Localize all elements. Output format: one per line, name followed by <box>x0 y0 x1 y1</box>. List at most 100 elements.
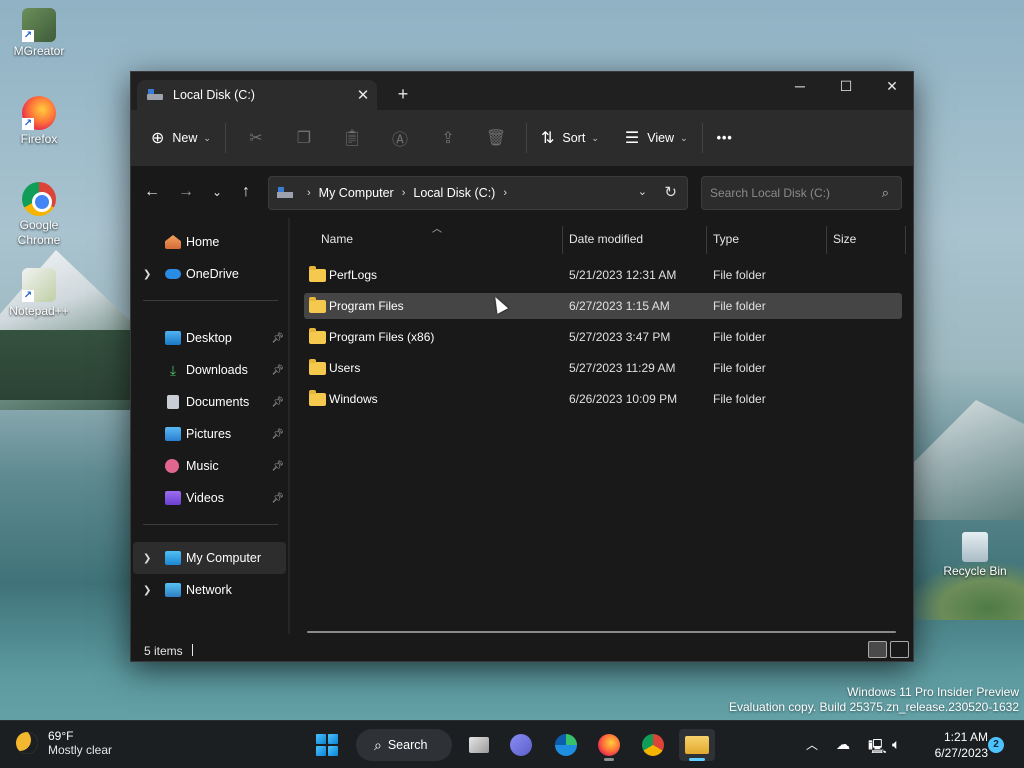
table-row[interactable]: PerfLogs 5/21/2023 12:31 AM File folder <box>304 262 902 288</box>
table-row[interactable]: Program Files (x86) 5/27/2023 3:47 PM File… <box>304 324 902 350</box>
breadcrumb-my-computer[interactable]: My Computer <box>319 186 394 200</box>
sidebar-item-downloads[interactable]: ⤓ Downloads 📌︎ <box>133 354 286 386</box>
show-hidden-icons-chevron-icon[interactable]: ︿ <box>806 736 818 753</box>
desktop-icon-firefox[interactable]: ↗ Firefox <box>1 96 77 147</box>
notification-badge[interactable]: 2 <box>988 737 1004 753</box>
teams-chat-button[interactable] <box>503 729 539 761</box>
status-bar: 5 items <box>131 634 913 661</box>
status-divider <box>192 644 193 656</box>
pin-icon[interactable]: 📌︎ <box>271 397 284 408</box>
column-divider[interactable] <box>905 226 906 254</box>
expand-chevron-icon[interactable]: ❯ <box>143 585 151 596</box>
address-dropdown-icon[interactable]: ⌄ <box>638 185 647 198</box>
paste-icon[interactable]: 📋︎ <box>328 128 376 148</box>
view-button-label: View <box>647 131 675 145</box>
desktop-icon-mcreator[interactable]: ↗ MGreator <box>1 8 77 59</box>
search-box[interactable]: ⌕ <box>701 176 902 210</box>
back-arrow-icon[interactable]: ← <box>141 183 163 201</box>
volume-icon[interactable]: 🔈︎ <box>892 736 900 753</box>
large-icons-view-button[interactable] <box>890 641 909 658</box>
minimize-button[interactable]: ─ <box>777 72 823 102</box>
title-bar[interactable]: Local Disk (C:) ✕ + ─ ☐ ✕ <box>131 72 913 110</box>
expand-chevron-icon[interactable]: ❯ <box>143 553 151 564</box>
share-icon[interactable]: ⇪ <box>424 128 472 148</box>
column-header-type[interactable]: Type <box>713 232 739 254</box>
delete-icon[interactable]: 🗑︎ <box>472 128 520 148</box>
network-status-icon[interactable]: 🖳︎ <box>868 736 887 760</box>
sort-button[interactable]: ⇅ Sort ⌄ <box>533 122 607 154</box>
folder-icon <box>309 327 326 344</box>
desktop-icon-notepad-plus-plus[interactable]: ↗ Notepad++ <box>1 268 77 319</box>
up-arrow-icon[interactable]: ↑ <box>235 183 257 201</box>
onedrive-status-icon[interactable]: ☁ <box>836 736 850 753</box>
view-list-icon: ☰ <box>624 130 640 147</box>
edge-button[interactable] <box>548 729 584 761</box>
close-window-button[interactable]: ✕ <box>869 72 913 102</box>
pin-icon[interactable]: 📌︎ <box>271 461 284 472</box>
task-view-button[interactable] <box>461 729 497 761</box>
column-divider[interactable] <box>562 226 563 254</box>
file-explorer-taskbar-button[interactable] <box>679 729 715 761</box>
sidebar-item-network[interactable]: ❯ Network <box>133 574 286 606</box>
address-bar[interactable]: › My Computer › Local Disk (C:) › ⌄ ↻ <box>268 176 688 210</box>
sidebar-item-home[interactable]: Home <box>133 226 286 258</box>
column-header-size[interactable]: Size <box>833 232 856 254</box>
expand-chevron-icon[interactable]: ❯ <box>143 269 151 280</box>
taskbar-search-button[interactable]: ⌕ Search <box>356 729 452 761</box>
horizontal-scrollbar[interactable] <box>307 631 896 633</box>
new-button[interactable]: ⊕ New ⌄ <box>143 122 219 154</box>
search-input[interactable] <box>710 186 870 200</box>
toolbar-divider <box>224 123 226 153</box>
column-header-name[interactable]: Name <box>321 232 353 254</box>
pin-icon[interactable]: 📌︎ <box>271 493 284 504</box>
view-button[interactable]: ☰ View ⌄ <box>617 122 696 154</box>
details-view-button[interactable] <box>868 641 887 658</box>
sidebar-item-onedrive[interactable]: ❯ OneDrive <box>133 258 286 290</box>
new-tab-button[interactable]: + <box>393 84 413 105</box>
chrome-icon <box>642 734 664 756</box>
refresh-icon[interactable]: ↻ <box>664 183 677 201</box>
breadcrumb-separator-icon[interactable]: › <box>307 187 311 199</box>
clock[interactable]: 1:21 AM 6/27/2023 <box>935 729 988 761</box>
file-type: File folder <box>713 299 766 313</box>
rename-icon[interactable]: Ⓐ <box>376 126 424 150</box>
weather-moon-icon <box>16 732 38 754</box>
start-button[interactable] <box>309 729 345 761</box>
table-row[interactable]: Windows 6/26/2023 10:09 PM File folder <box>304 386 902 412</box>
sidebar-item-documents[interactable]: Documents 📌︎ <box>133 386 286 418</box>
active-indicator <box>689 758 705 761</box>
column-divider[interactable] <box>826 226 827 254</box>
table-row[interactable]: Users 5/27/2023 11:29 AM File folder <box>304 355 902 381</box>
file-name: PerfLogs <box>329 268 378 282</box>
copy-icon[interactable]: ❐ <box>280 128 328 148</box>
tab-local-disk[interactable]: Local Disk (C:) ✕ <box>137 80 377 110</box>
forward-arrow-icon[interactable]: → <box>175 183 197 201</box>
column-divider[interactable] <box>706 226 707 254</box>
close-tab-icon[interactable]: ✕ <box>349 86 377 104</box>
firefox-taskbar-button[interactable] <box>591 729 627 761</box>
chrome-taskbar-button[interactable] <box>635 729 671 761</box>
column-header-date-modified[interactable]: Date modified <box>569 232 643 254</box>
table-row[interactable]: Program Files 6/27/2023 1:15 AM File folde… <box>304 293 902 319</box>
more-options-button[interactable]: ••• <box>709 122 741 154</box>
breadcrumb-separator-icon[interactable]: › <box>503 187 507 199</box>
breadcrumb-local-disk[interactable]: Local Disk (C:) <box>413 186 495 200</box>
sidebar-item-videos[interactable]: Videos 📌︎ <box>133 482 286 514</box>
pin-icon[interactable]: 📌︎ <box>271 365 284 376</box>
sidebar-item-label: Documents <box>186 395 250 409</box>
pin-icon[interactable]: 📌︎ <box>271 333 284 344</box>
weather-widget[interactable]: 69°F Mostly clear <box>16 729 112 757</box>
breadcrumb-separator-icon[interactable]: › <box>402 187 406 199</box>
desktop-icon-chrome[interactable]: Google Chrome <box>1 182 77 248</box>
sidebar-item-pictures[interactable]: Pictures 📌︎ <box>133 418 286 450</box>
sidebar-item-music[interactable]: Music 📌︎ <box>133 450 286 482</box>
sidebar-item-desktop[interactable]: Desktop 📌︎ <box>133 322 286 354</box>
pin-icon[interactable]: 📌︎ <box>271 429 284 440</box>
cut-icon[interactable]: ✂ <box>232 128 280 148</box>
desktop-icon-recycle-bin[interactable]: Recycle Bin <box>937 532 1013 579</box>
search-icon[interactable]: ⌕ <box>882 185 889 201</box>
navigation-pane-scrollbar[interactable] <box>288 218 290 634</box>
recent-locations-chevron-icon[interactable]: ⌄ <box>206 185 228 199</box>
sidebar-item-my-computer[interactable]: ❯ My Computer <box>133 542 286 574</box>
maximize-button[interactable]: ☐ <box>823 72 869 102</box>
